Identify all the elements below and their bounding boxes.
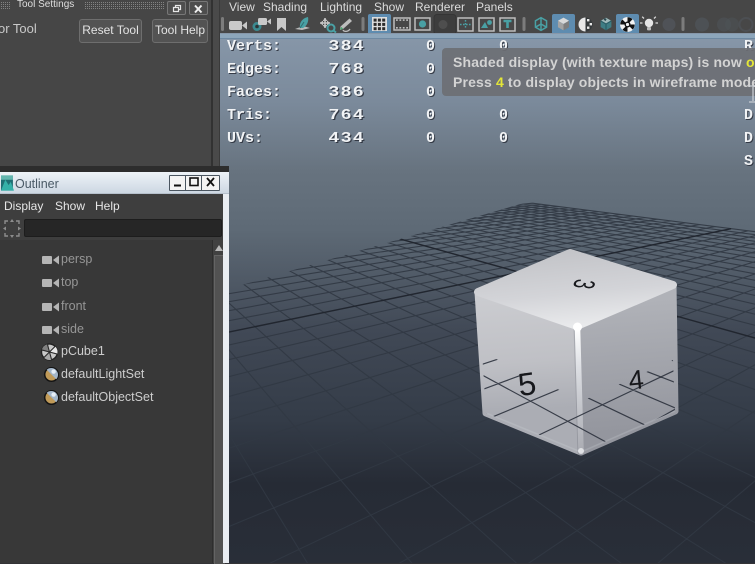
svg-text:4: 4 (627, 364, 645, 395)
